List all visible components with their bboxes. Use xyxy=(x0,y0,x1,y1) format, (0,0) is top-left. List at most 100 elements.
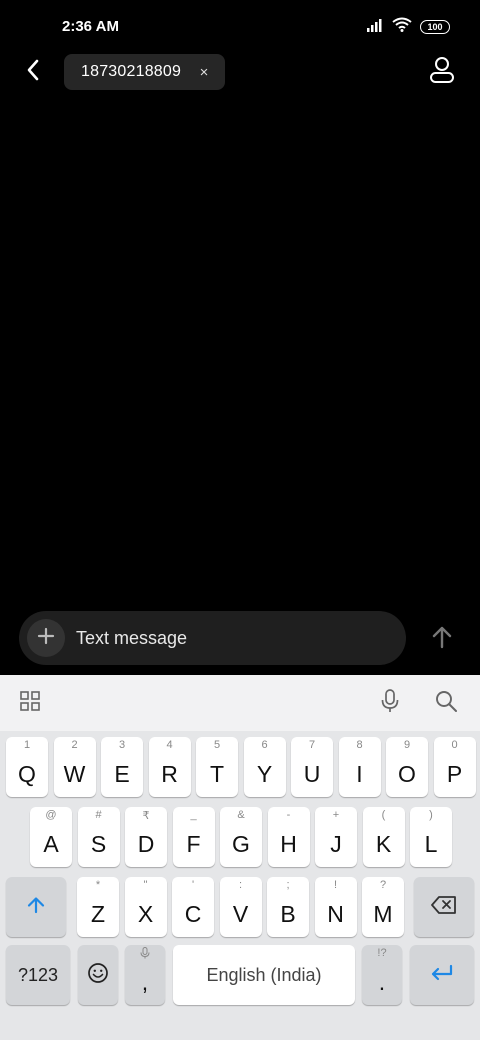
key-x[interactable]: " X xyxy=(124,877,167,937)
key-hint: _ xyxy=(190,809,197,821)
attach-button[interactable] xyxy=(27,619,65,657)
space-key-label: English (India) xyxy=(206,964,322,985)
contact-button[interactable] xyxy=(428,56,456,88)
key-b[interactable]: ; B xyxy=(267,877,309,937)
status-icons: 100 xyxy=(366,17,450,37)
key-a[interactable]: @ A xyxy=(30,807,72,867)
space-key[interactable]: English (India) xyxy=(173,945,355,1005)
key-label: Y xyxy=(256,761,273,787)
key-hint: ? xyxy=(379,879,387,891)
key-label: L xyxy=(424,831,438,857)
key-f[interactable]: _ F xyxy=(172,807,215,867)
period-key-label: . xyxy=(378,969,386,995)
contact-icon xyxy=(429,56,455,89)
key-hint: ) xyxy=(429,809,433,821)
key-s[interactable]: # S xyxy=(77,807,120,867)
emoji-key[interactable] xyxy=(78,945,118,1005)
close-icon[interactable]: × xyxy=(197,62,211,82)
key-label: H xyxy=(280,831,297,857)
apps-grid-button[interactable] xyxy=(16,689,44,717)
status-time: 2:36 AM xyxy=(62,18,119,35)
key-hint: & xyxy=(237,809,245,821)
key-l[interactable]: ) L xyxy=(410,807,452,867)
key-c[interactable]: ' C xyxy=(172,877,214,937)
key-hint: - xyxy=(286,809,291,821)
key-label: W xyxy=(63,761,86,787)
key-z[interactable]: * Z xyxy=(77,877,119,937)
key-hint: # xyxy=(95,809,102,821)
key-label: I xyxy=(356,761,363,787)
voice-input-button[interactable] xyxy=(376,688,404,718)
key-hint: 8 xyxy=(356,739,363,751)
key-u[interactable]: 7U xyxy=(291,737,333,797)
key-o[interactable]: 9O xyxy=(386,737,428,797)
key-hint: 9 xyxy=(403,739,411,751)
key-label: D xyxy=(137,831,155,857)
key-j[interactable]: + J xyxy=(315,807,357,867)
emoji-icon xyxy=(87,962,109,989)
back-arrow-icon xyxy=(25,58,41,87)
key-label: K xyxy=(375,831,392,857)
enter-key[interactable] xyxy=(410,945,474,1005)
key-hint: 4 xyxy=(166,739,173,751)
key-hint: : xyxy=(238,879,243,891)
key-hint: ! xyxy=(333,879,338,891)
key-i[interactable]: 8I xyxy=(338,737,381,797)
keyboard-toolbar xyxy=(0,675,480,731)
signal-icon xyxy=(366,18,384,37)
key-hint: ; xyxy=(286,879,290,891)
key-label: N xyxy=(327,901,344,927)
key-hint: ₹ xyxy=(142,810,150,822)
symbols-key-label: ?123 xyxy=(17,964,59,985)
key-y[interactable]: 6Y xyxy=(243,737,286,797)
key-hint: 0 xyxy=(451,739,458,751)
key-label: Z xyxy=(90,901,106,927)
send-arrow-icon xyxy=(431,625,453,654)
back-button[interactable] xyxy=(18,56,48,88)
key-g[interactable]: & G xyxy=(220,807,262,867)
apps-grid-icon xyxy=(20,690,40,716)
key-label: C xyxy=(184,901,202,927)
key-label: J xyxy=(330,831,342,857)
key-hint: 6 xyxy=(261,739,268,751)
backspace-key[interactable] xyxy=(414,877,474,937)
key-label: B xyxy=(280,901,296,927)
key-label: M xyxy=(373,901,393,927)
key-v[interactable]: :V xyxy=(219,877,262,937)
key-e[interactable]: 3E xyxy=(101,737,143,797)
key-m[interactable]: ? M xyxy=(362,877,404,937)
key-d[interactable]: ₹ D xyxy=(125,807,167,867)
key-p[interactable]: 0P xyxy=(433,737,476,797)
key-hint: " xyxy=(143,879,148,891)
key-hint: 3 xyxy=(118,739,126,751)
key-hint: + xyxy=(332,809,340,821)
microphone-icon xyxy=(381,688,399,718)
key-label: O xyxy=(398,761,416,787)
backspace-icon xyxy=(431,895,457,919)
key-n[interactable]: ! N xyxy=(314,877,357,937)
send-button[interactable] xyxy=(428,624,456,654)
key-label: U xyxy=(303,761,321,787)
key-hint: 2 xyxy=(71,739,78,751)
symbols-key[interactable]: ?123 xyxy=(6,945,70,1005)
key-label: X xyxy=(137,901,154,927)
shift-key[interactable] xyxy=(6,877,66,937)
key-w[interactable]: 2W xyxy=(53,737,96,797)
key-r[interactable]: 4R xyxy=(148,737,191,797)
key-label: S xyxy=(90,831,107,857)
key-label: T xyxy=(209,761,225,787)
recipient-chip[interactable]: 18730218809 × xyxy=(64,54,225,90)
message-input[interactable] xyxy=(76,621,396,655)
key-hint: ' xyxy=(191,879,195,891)
key-label: G xyxy=(232,831,250,857)
status-bar: 2:36 AM 100 xyxy=(0,0,480,52)
comma-key-label: , xyxy=(141,969,149,995)
shift-icon xyxy=(26,895,46,920)
search-button[interactable] xyxy=(432,689,460,717)
comma-key[interactable]: , xyxy=(125,945,165,1005)
key-h[interactable]: -H xyxy=(267,807,310,867)
period-key[interactable]: !? . xyxy=(362,945,402,1005)
key-k[interactable]: (K xyxy=(362,807,405,867)
key-q[interactable]: 1Q xyxy=(6,737,48,797)
key-t[interactable]: 5T xyxy=(196,737,238,797)
